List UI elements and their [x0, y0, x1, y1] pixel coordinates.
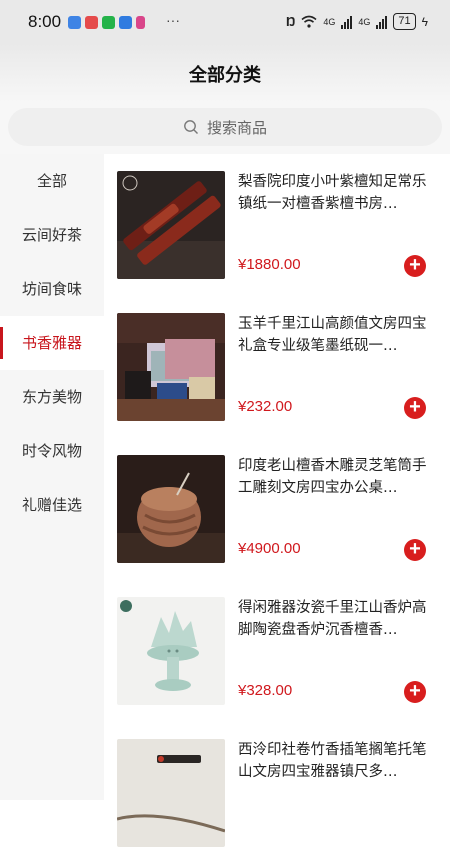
charging-icon: ϟ — [422, 15, 428, 29]
main-content: 全部 云间好茶 坊间食味 书香雅器 东方美物 时令风物 礼赠佳选 — [0, 154, 450, 800]
sidebar-item-seasonal[interactable]: 时令风物 — [0, 424, 104, 478]
app-notification-icon — [68, 16, 81, 29]
status-indicators: Ŋ 4G 4G 71 ϟ — [286, 13, 428, 30]
status-time: 8:00 — [28, 12, 61, 32]
product-name: 印度老山檀香木雕灵芝笔筒手工雕刻文房四宝办公桌… — [238, 455, 432, 499]
product-price: ¥328.00 — [238, 682, 292, 699]
product-image — [117, 739, 225, 847]
sidebar-item-oriental-goods[interactable]: 东方美物 — [0, 370, 104, 424]
product-list: 梨香院印度小叶紫檀知足常乐镇纸一对檀香紫檀书房… ¥1880.00 + — [104, 154, 450, 800]
sidebar-item-food[interactable]: 坊间食味 — [0, 262, 104, 316]
sidebar-item-tea[interactable]: 云间好茶 — [0, 208, 104, 262]
notification-icons — [68, 16, 145, 29]
list-item[interactable]: 印度老山檀香木雕灵芝笔筒手工雕刻文房四宝办公桌… ¥4900.00 + — [117, 455, 450, 565]
product-name: 西泠印社卷竹香插笔搁笔托笔山文房四宝雅器镇尺多… — [238, 739, 432, 783]
product-image — [117, 313, 225, 421]
network-type: 4G — [323, 17, 335, 27]
product-price: ¥4900.00 — [238, 540, 301, 557]
status-bar: 8:00 ··· Ŋ 4G 4G 71 ϟ — [0, 0, 450, 44]
product-name: 玉羊千里江山高颜值文房四宝礼盒专业级笔墨纸砚一… — [238, 313, 432, 357]
search-icon — [183, 119, 199, 135]
list-item[interactable]: 玉羊千里江山高颜值文房四宝礼盒专业级笔墨纸砚一… ¥232.00 + — [117, 313, 450, 423]
product-image — [117, 171, 225, 279]
nfc-icon: Ŋ — [286, 14, 295, 29]
network-type-2: 4G — [358, 17, 370, 27]
add-to-cart-button[interactable]: + — [404, 397, 426, 419]
page-title: 全部分类 — [0, 61, 450, 87]
signal-icon — [376, 15, 387, 29]
sidebar-item-all[interactable]: 全部 — [0, 154, 104, 208]
app-notification-icon — [85, 16, 98, 29]
wechat-icon — [102, 16, 115, 29]
product-image — [117, 455, 225, 563]
product-image — [117, 597, 225, 705]
battery-level: 71 — [393, 13, 415, 30]
product-price: ¥232.00 — [238, 398, 292, 415]
app-notification-icon — [136, 16, 145, 29]
product-name: 梨香院印度小叶紫檀知足常乐镇纸一对檀香紫檀书房… — [238, 171, 432, 215]
wifi-icon — [301, 15, 317, 28]
product-price: ¥1880.00 — [238, 256, 301, 273]
signal-icon — [341, 15, 352, 29]
add-to-cart-button[interactable]: + — [404, 539, 426, 561]
category-sidebar: 全部 云间好茶 坊间食味 书香雅器 东方美物 时令风物 礼赠佳选 — [0, 154, 104, 800]
product-name: 得闲雅器汝瓷千里江山香炉高脚陶瓷盘香炉沉香檀香… — [238, 597, 432, 641]
add-to-cart-button[interactable]: + — [404, 681, 426, 703]
sidebar-item-gifts[interactable]: 礼赠佳选 — [0, 478, 104, 532]
list-item[interactable]: 西泠印社卷竹香插笔搁笔托笔山文房四宝雅器镇尺多… — [117, 739, 450, 849]
search-input[interactable]: 搜索商品 — [8, 108, 442, 146]
app-notification-icon — [119, 16, 132, 29]
list-item[interactable]: 梨香院印度小叶紫檀知足常乐镇纸一对檀香紫檀书房… ¥1880.00 + — [117, 171, 450, 281]
more-notifications-icon: ··· — [166, 12, 180, 28]
search-placeholder: 搜索商品 — [207, 117, 267, 138]
sidebar-item-study-ware[interactable]: 书香雅器 — [0, 316, 104, 370]
add-to-cart-button[interactable]: + — [404, 255, 426, 277]
list-item[interactable]: 得闲雅器汝瓷千里江山香炉高脚陶瓷盘香炉沉香檀香… ¥328.00 + — [117, 597, 450, 707]
header: 全部分类 — [0, 44, 450, 102]
search-bar: 搜索商品 — [0, 102, 450, 154]
